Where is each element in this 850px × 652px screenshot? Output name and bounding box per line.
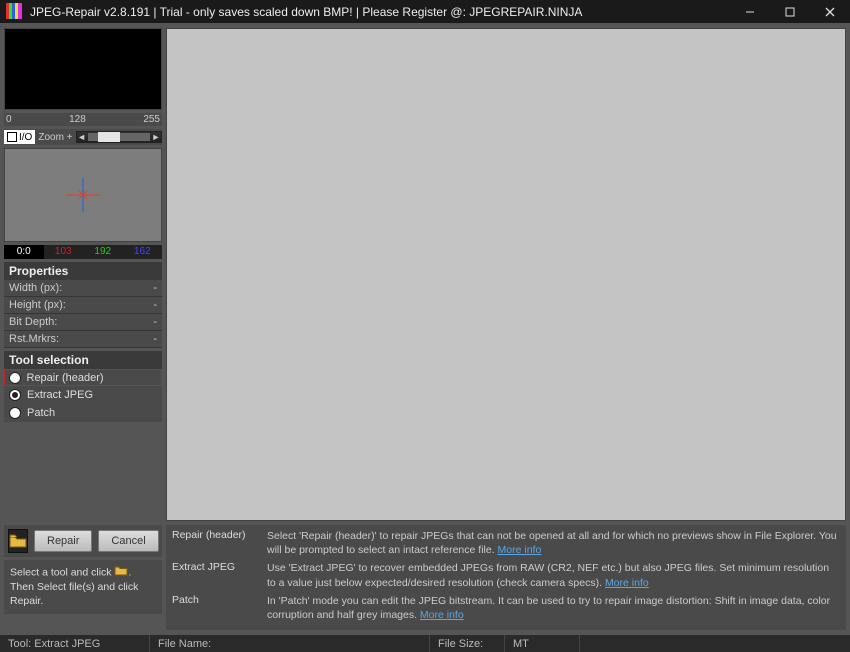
status-filesize: File Size:: [430, 635, 505, 652]
help-patch-label: Patch: [172, 594, 267, 622]
folder-icon: [114, 565, 128, 580]
io-label: I/O: [19, 132, 32, 143]
rgb-b: 162: [123, 245, 163, 259]
slider-right-arrow[interactable]: ►: [151, 132, 161, 142]
radio-icon: [9, 389, 21, 401]
histogram-panel: [4, 28, 162, 110]
prop-height: Height (px):-: [4, 297, 162, 314]
tool-option-label: Patch: [27, 407, 55, 419]
status-bar: Tool: Extract JPEG File Name: File Size:…: [0, 634, 850, 652]
close-button[interactable]: [810, 0, 850, 24]
hist-label-0: 0: [6, 114, 12, 125]
help-patch-text: In 'Patch' mode you can edit the JPEG bi…: [267, 594, 840, 622]
radio-icon: [9, 407, 21, 419]
cancel-button[interactable]: Cancel: [98, 530, 158, 552]
tool-patch-option[interactable]: Patch: [4, 404, 162, 422]
title-bar: JPEG-Repair v2.8.191 | Trial - only save…: [0, 0, 850, 24]
folder-icon: [9, 534, 27, 548]
maximize-button[interactable]: [770, 0, 810, 24]
properties-header: Properties: [4, 262, 162, 280]
status-tool: Tool: Extract JPEG: [0, 635, 150, 652]
rgb-coord: 0:0: [4, 245, 44, 259]
hint-text: Select a tool and click . Then Select fi…: [4, 560, 162, 614]
repair-button[interactable]: Repair: [34, 530, 92, 552]
status-spacer: [580, 635, 850, 652]
status-filename: File Name:: [150, 635, 430, 652]
tool-extract-jpeg-option[interactable]: Extract JPEG: [4, 386, 162, 404]
tool-selection-panel: Tool selection Repair (header) Extract J…: [4, 351, 162, 422]
help-repair-text: Select 'Repair (header)' to repair JPEGs…: [267, 529, 840, 557]
more-info-link[interactable]: More info: [420, 609, 464, 621]
slider-left-arrow[interactable]: ◄: [77, 132, 87, 142]
tool-option-label: Extract JPEG: [27, 389, 93, 401]
properties-panel: Properties Width (px):- Height (px):- Bi…: [4, 262, 162, 348]
prop-width: Width (px):-: [4, 280, 162, 297]
rgb-g: 192: [83, 245, 123, 259]
open-folder-button[interactable]: [8, 529, 28, 553]
io-checkbox[interactable]: [7, 132, 17, 142]
tool-selection-header: Tool selection: [4, 351, 162, 369]
help-extract-text: Use 'Extract JPEG' to recover embedded J…: [267, 561, 840, 589]
radio-icon: [9, 372, 21, 384]
rgb-r: 103: [44, 245, 84, 259]
slider-thumb[interactable]: [98, 132, 120, 142]
app-icon: [6, 3, 24, 21]
prop-bitdepth: Bit Depth:-: [4, 314, 162, 331]
tool-option-label: Repair (header): [27, 372, 104, 384]
hist-label-mid: 128: [69, 114, 86, 125]
help-extract-label: Extract JPEG: [172, 561, 267, 589]
action-panel: Repair Cancel: [4, 525, 162, 557]
tool-repair-header-option[interactable]: Repair (header): [4, 369, 162, 386]
image-preview-area: [166, 28, 846, 521]
window-title: JPEG-Repair v2.8.191 | Trial - only save…: [30, 5, 582, 19]
help-panel: Repair (header) Select 'Repair (header)'…: [166, 525, 846, 630]
zoom-label: Zoom +: [36, 132, 74, 143]
histogram-labels: 0 128 255: [4, 113, 162, 126]
minimize-button[interactable]: [730, 0, 770, 24]
hist-label-255: 255: [143, 114, 160, 125]
zoom-slider[interactable]: ◄ ►: [76, 131, 162, 143]
more-info-link[interactable]: More info: [498, 544, 542, 556]
crosshair-icon: [66, 178, 100, 212]
io-toggle[interactable]: I/O: [4, 130, 35, 144]
more-info-link[interactable]: More info: [605, 577, 649, 589]
help-repair-label: Repair (header): [172, 529, 267, 557]
color-picker-panel[interactable]: [4, 148, 162, 242]
prop-rstmrkrs: Rst.Mrkrs:-: [4, 331, 162, 348]
status-mt: MT: [505, 635, 580, 652]
rgb-readout: 0:0 103 192 162: [4, 245, 162, 259]
